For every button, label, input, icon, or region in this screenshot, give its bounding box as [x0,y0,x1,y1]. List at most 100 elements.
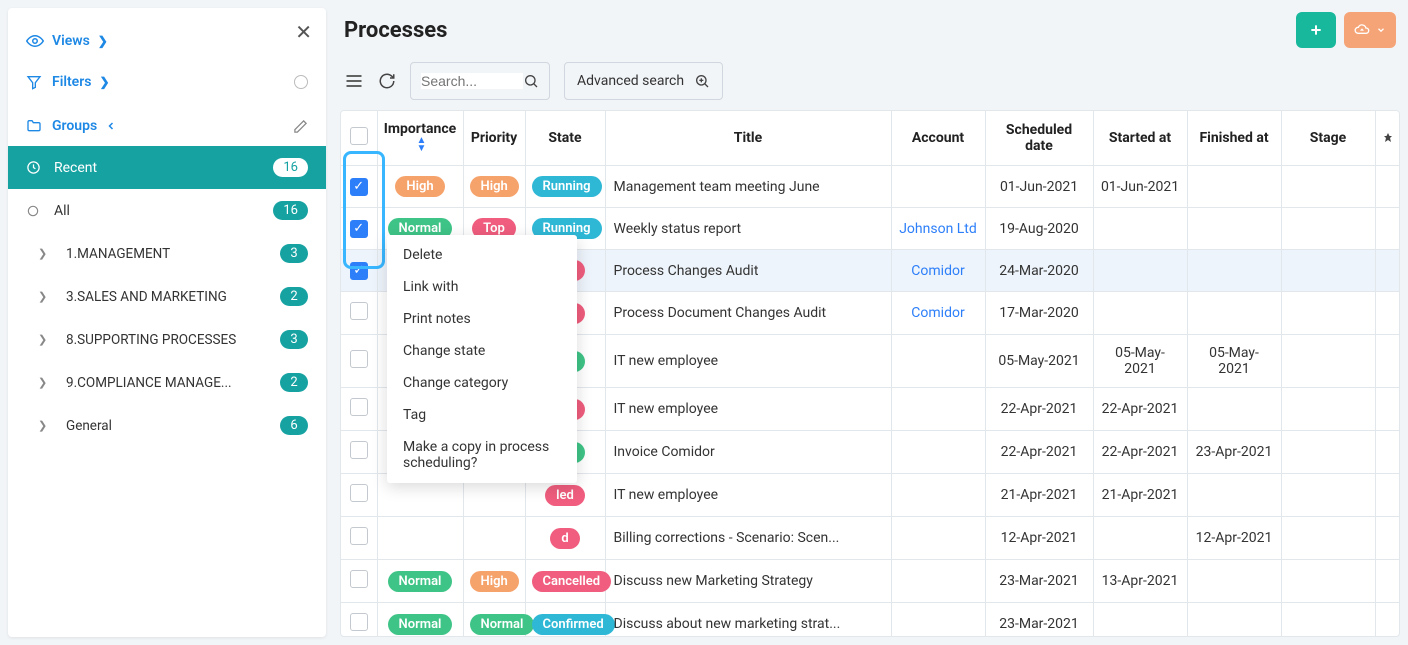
search-icon[interactable] [523,73,539,89]
finished-at [1187,292,1281,335]
col-scheduled[interactable]: Scheduled date [985,111,1093,166]
finished-at [1187,208,1281,250]
group-count: 16 [273,201,308,220]
scheduled-date: 23-Mar-2021 [985,560,1093,603]
scheduled-date: 22-Apr-2021 [985,431,1093,474]
scheduled-date: 05-May-2021 [985,335,1093,388]
row-checkbox[interactable] [350,262,368,280]
table-row[interactable]: HighHighRunningManagement team meeting J… [341,166,1399,208]
col-started[interactable]: Started at [1093,111,1187,166]
col-account[interactable]: Account [891,111,985,166]
row-checkbox[interactable] [350,220,368,238]
context-menu-change-category[interactable]: Change category [387,367,577,399]
row-checkbox[interactable] [350,484,368,502]
filters-label: Filters [52,74,91,90]
context-menu-link-with[interactable]: Link with [387,271,577,303]
col-finished[interactable]: Finished at [1187,111,1281,166]
search-input[interactable] [421,73,523,89]
finished-at [1187,388,1281,431]
state-pill: Running [532,176,602,197]
row-checkbox[interactable] [350,613,368,631]
state-pill: led [545,485,585,506]
group-label: 9.COMPLIANCE MANAGE... [66,375,280,391]
context-menu-change-state[interactable]: Change state [387,335,577,367]
advanced-search-button[interactable]: Advanced search [564,62,723,100]
add-button[interactable] [1296,12,1336,48]
chevron-down-icon [1376,25,1386,35]
sidebar-item-1-management[interactable]: ❯1.MANAGEMENT3 [8,232,326,275]
group-icon: ❯ [38,419,58,432]
table-row[interactable]: NormalHighCancelledDiscuss new Marketing… [341,560,1399,603]
started-at: 05-May-2021 [1093,335,1187,388]
sidebar-item-3-sales-and-marketing[interactable]: ❯3.SALES AND MARKETING2 [8,275,326,318]
filters-row[interactable]: Filters ❯ [8,62,326,102]
group-icon: ❯ [38,376,58,389]
row-title: Discuss about new marketing strat... [605,603,891,638]
scheduled-date: 24-Mar-2020 [985,250,1093,292]
main-area: Processes [340,8,1400,637]
row-checkbox[interactable] [350,441,368,459]
row-checkbox[interactable] [350,398,368,416]
started-at: 22-Apr-2021 [1093,431,1187,474]
select-all-checkbox[interactable] [350,127,368,145]
row-checkbox[interactable] [350,527,368,545]
started-at [1093,292,1187,335]
col-priority[interactable]: Priority [463,111,525,166]
started-at: 01-Jun-2021 [1093,166,1187,208]
group-label: 8.SUPPORTING PROCESSES [66,332,280,348]
started-at: 13-Apr-2021 [1093,560,1187,603]
group-icon [26,160,46,175]
search-input-wrap[interactable] [410,62,550,100]
scheduled-date: 01-Jun-2021 [985,166,1093,208]
context-menu-delete[interactable]: Delete [387,239,577,271]
groups-row[interactable]: Groups [8,106,326,146]
col-state[interactable]: State [525,111,605,166]
close-icon[interactable]: ✕ [295,20,312,44]
eye-icon [26,32,46,50]
context-menu-print-notes[interactable]: Print notes [387,303,577,335]
row-checkbox[interactable] [350,178,368,196]
group-count: 2 [280,287,308,306]
col-checkbox[interactable] [341,111,377,166]
sidebar-item-9-compliance-manage-[interactable]: ❯9.COMPLIANCE MANAGE...2 [8,361,326,404]
context-menu-tag[interactable]: Tag [387,399,577,431]
scheduled-date: 19-Aug-2020 [985,208,1093,250]
started-at [1093,603,1187,638]
refresh-icon[interactable] [378,72,396,90]
sync-dropdown-button[interactable] [1344,12,1396,48]
col-pin[interactable] [1375,111,1399,166]
importance-pill: High [395,176,444,197]
account-link[interactable]: Comidor [911,305,964,321]
context-menu-make-a-copy-in-process-scheduling-[interactable]: Make a copy in process scheduling? [387,431,577,479]
row-title: Process Changes Audit [605,250,891,292]
sidebar-item-general[interactable]: ❯General6 [8,404,326,447]
col-title[interactable]: Title [605,111,891,166]
scheduled-date: 23-Mar-2021 [985,603,1093,638]
col-importance[interactable]: Importance▲▼ [377,111,463,166]
finished-at: 12-Apr-2021 [1187,517,1281,560]
views-row[interactable]: Views ❯ [8,20,326,62]
col-stage[interactable]: Stage [1281,111,1375,166]
sidebar-item-all[interactable]: All16 [8,189,326,232]
chevron-right-icon: ❯ [98,34,108,48]
sidebar-item-8-supporting-processes[interactable]: ❯8.SUPPORTING PROCESSES3 [8,318,326,361]
row-checkbox[interactable] [350,350,368,368]
group-icon [26,204,46,218]
edit-icon[interactable] [293,119,308,134]
finished-at [1187,560,1281,603]
menu-icon[interactable] [344,71,364,91]
group-count: 3 [280,330,308,349]
account-link[interactable]: Johnson Ltd [899,221,977,237]
table-row[interactable]: NormalNormalConfirmedDiscuss about new m… [341,603,1399,638]
row-checkbox[interactable] [350,302,368,320]
table-row[interactable]: dBilling corrections - Scenario: Scen...… [341,517,1399,560]
state-pill: d [550,528,579,549]
sidebar-item-recent[interactable]: Recent16 [8,146,326,189]
scheduled-date: 22-Apr-2021 [985,388,1093,431]
row-checkbox[interactable] [350,570,368,588]
row-title: IT new employee [605,335,891,388]
search-plus-icon [694,73,710,89]
advanced-search-label: Advanced search [577,73,684,89]
row-title: Process Document Changes Audit [605,292,891,335]
account-link[interactable]: Comidor [911,263,964,279]
